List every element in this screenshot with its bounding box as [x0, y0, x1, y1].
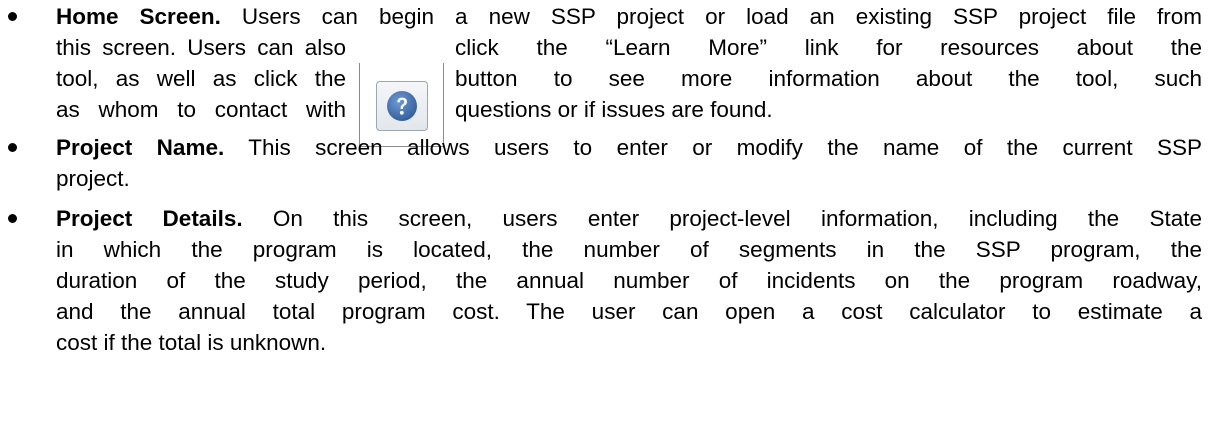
project-details-text-line-1: On this screen, users enter project-leve… [272, 206, 1202, 231]
home-screen-text-line-7: questions or if issues are found. [455, 97, 773, 122]
home-screen-text-line-4: tool, as well as click the [56, 66, 346, 91]
home-screen-text-line-6: as whom to contact with [56, 97, 346, 122]
home-screen-heading: Home Screen. [56, 4, 221, 29]
home-screen-text-line-5: button to see more information about the… [455, 66, 1202, 91]
home-screen-text-line-2: this screen. Users can also [56, 35, 346, 60]
project-details-heading: Project Details. [56, 206, 243, 231]
help-button [376, 81, 428, 131]
home-screen-left-column: this screen. Users can also tool, as wel… [56, 32, 346, 125]
home-screen-first-line: Home Screen. Users can begin a new SSP p… [56, 1, 1202, 32]
project-details-text-line-5: cost if the total is unknown. [56, 330, 327, 355]
bullet-dot [8, 12, 17, 21]
project-details-text-line-4: and the annual total program cost. The u… [56, 299, 1202, 324]
help-question-icon [387, 91, 417, 121]
project-name-heading: Project Name. [56, 135, 225, 160]
icon-frame-gap [360, 63, 443, 77]
project-name-paragraph: Project Name. This screen allows users t… [56, 132, 1202, 194]
project-details-paragraph: Project Details. On this screen, users e… [56, 203, 1202, 358]
project-name-text-line-1: This screen allows users to enter or mod… [248, 135, 1202, 160]
document-page: Home Screen. Users can begin a new SSP p… [0, 0, 1218, 431]
project-details-text-line-3: duration of the study period, the annual… [56, 268, 1202, 293]
project-name-text-line-2: project. [56, 166, 130, 191]
bullet-dot [8, 214, 17, 223]
bullet-dot [8, 143, 17, 152]
home-screen-right-column: click the “Learn More” link for resource… [455, 32, 1202, 125]
project-details-text-line-2: in which the program is located, the num… [56, 237, 1202, 262]
home-screen-text-line-3: click the “Learn More” link for resource… [455, 35, 1202, 60]
home-screen-text-line-1: Users can begin a new SSP project or loa… [241, 4, 1202, 29]
